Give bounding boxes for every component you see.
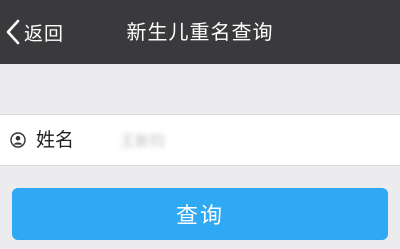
name-label: 姓名: [36, 129, 75, 151]
navbar: 返回 新生儿重名查询: [0, 0, 400, 64]
name-input[interactable]: [120, 125, 380, 155]
chevron-left-icon: [6, 19, 20, 45]
back-label: 返回: [24, 22, 65, 45]
back-button[interactable]: 返回: [6, 16, 64, 48]
query-button[interactable]: 查询: [12, 188, 388, 240]
user-circle-icon: [10, 132, 26, 148]
name-field-row: 姓名: [0, 114, 400, 166]
